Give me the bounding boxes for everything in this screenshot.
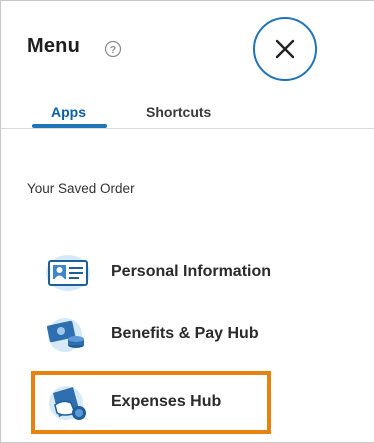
menu-tabs: Apps Shortcuts <box>1 97 374 125</box>
svg-text:?: ? <box>110 45 116 56</box>
menu-title: Menu <box>27 35 81 57</box>
tab-apps[interactable]: Apps <box>51 104 86 120</box>
question-circle-icon[interactable]: ? <box>104 40 122 58</box>
tabs-divider <box>1 128 374 129</box>
app-item-personal-information[interactable]: Personal Information <box>1 249 374 299</box>
menu-panel: Menu ? Apps Shortcuts Your Saved Order P… <box>0 0 374 443</box>
tab-shortcuts[interactable]: Shortcuts <box>146 104 211 120</box>
app-label: Personal Information <box>111 263 272 280</box>
app-label: Benefits & Pay Hub <box>111 325 259 342</box>
money-coins-icon <box>46 318 84 352</box>
app-item-expenses-hub[interactable]: Expenses Hub <box>1 379 374 429</box>
app-item-benefits-pay-hub[interactable]: Benefits & Pay Hub <box>1 311 374 361</box>
app-label: Expenses Hub <box>111 393 222 410</box>
close-button[interactable] <box>253 17 317 81</box>
close-x-icon <box>275 39 295 59</box>
section-label: Your Saved Order <box>27 181 135 196</box>
hand-coin-icon <box>49 386 86 420</box>
id-card-icon <box>46 255 90 291</box>
